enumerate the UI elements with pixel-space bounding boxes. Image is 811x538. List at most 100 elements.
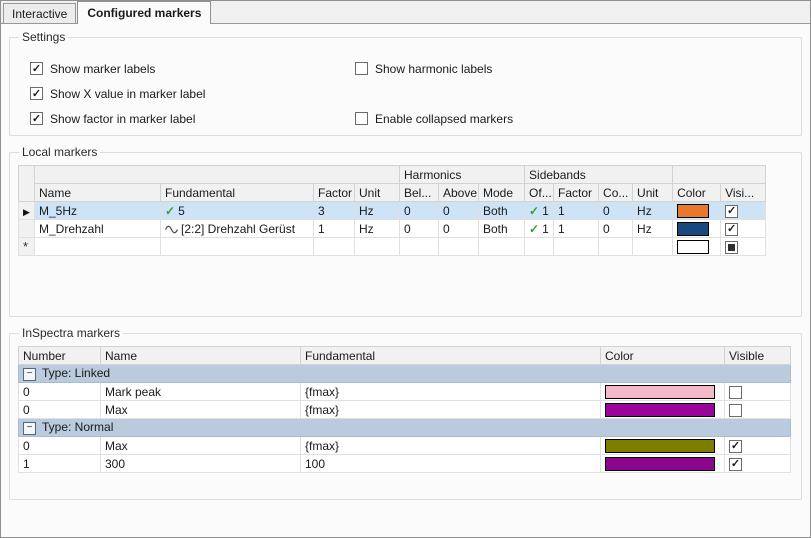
column-header-visible[interactable]: Visi...	[721, 184, 766, 202]
column-header-below[interactable]: Bel...	[400, 184, 439, 202]
cell-number[interactable]: 0	[19, 401, 101, 419]
table-row-max-normal[interactable]: 0 Max {fmax}	[19, 437, 791, 455]
cell-name[interactable]: 300	[101, 455, 301, 473]
column-header-offset[interactable]: Of...	[525, 184, 554, 202]
cell-unit[interactable]: Hz	[355, 220, 400, 238]
column-header-sb-unit[interactable]: Unit	[633, 184, 673, 202]
column-header-color[interactable]: Color	[601, 347, 725, 365]
column-header-unit[interactable]: Unit	[355, 184, 400, 202]
cell-visible[interactable]	[725, 455, 791, 473]
checkbox-box-icon[interactable]	[30, 62, 43, 75]
cell-visible[interactable]	[721, 202, 766, 220]
column-header-sb-factor[interactable]: Factor	[554, 184, 599, 202]
cell-fundamental[interactable]: {fmax}	[301, 437, 601, 455]
cell-mode[interactable]	[479, 238, 525, 256]
cell-name[interactable]: Max	[101, 401, 301, 419]
cell-factor[interactable]	[314, 238, 355, 256]
cell-number[interactable]: 0	[19, 437, 101, 455]
cell-visible[interactable]	[725, 383, 791, 401]
column-header-name[interactable]: Name	[35, 184, 161, 202]
table-row-m5hz[interactable]: ▶ M_5Hz ✓5 3 Hz 0 0 Both ✓1 1 0 Hz	[19, 202, 766, 220]
cell-fundamental[interactable]: {fmax}	[301, 401, 601, 419]
cell-below[interactable]: 0	[400, 220, 439, 238]
column-header-factor[interactable]: Factor	[314, 184, 355, 202]
column-header-color[interactable]: Color	[673, 184, 721, 202]
cell-sb-unit[interactable]: Hz	[633, 220, 673, 238]
table-row-300[interactable]: 1 300 100	[19, 455, 791, 473]
column-header-mode[interactable]: Mode	[479, 184, 525, 202]
visible-checkbox[interactable]	[729, 386, 742, 399]
column-header-number[interactable]: Number	[19, 347, 101, 365]
group-row-type-normal[interactable]: −Type: Normal	[19, 419, 791, 437]
cell-sb-factor[interactable]: 1	[554, 220, 599, 238]
cell-fundamental[interactable]: ✓5	[161, 202, 314, 220]
cell-color[interactable]	[673, 202, 721, 220]
color-swatch[interactable]	[605, 457, 715, 471]
visible-checkbox[interactable]	[725, 241, 738, 254]
color-swatch[interactable]	[605, 403, 715, 417]
table-row-mdrehzahl[interactable]: M_Drehzahl [2:2] Drehzahl Gerüst 1 Hz 0 …	[19, 220, 766, 238]
cell-below[interactable]	[400, 238, 439, 256]
color-swatch[interactable]	[677, 204, 709, 218]
cell-fundamental[interactable]	[161, 238, 314, 256]
checkbox-show-marker-labels[interactable]: Show marker labels	[30, 62, 355, 76]
cell-below[interactable]: 0	[400, 202, 439, 220]
tab-interactive[interactable]: Interactive	[3, 3, 76, 23]
visible-checkbox[interactable]	[725, 205, 738, 218]
cell-unit[interactable]	[355, 238, 400, 256]
cell-count[interactable]	[599, 238, 633, 256]
cell-sb-factor[interactable]	[554, 238, 599, 256]
cell-color[interactable]	[673, 220, 721, 238]
new-row-selector-cell[interactable]: *	[19, 238, 35, 256]
cell-sb-factor[interactable]: 1	[554, 202, 599, 220]
color-swatch[interactable]	[605, 385, 715, 399]
cell-visible[interactable]	[721, 238, 766, 256]
visible-checkbox[interactable]	[729, 458, 742, 471]
visible-checkbox[interactable]	[729, 440, 742, 453]
cell-visible[interactable]	[725, 401, 791, 419]
column-header-name[interactable]: Name	[101, 347, 301, 365]
cell-color[interactable]	[601, 401, 725, 419]
cell-name[interactable]: M_5Hz	[35, 202, 161, 220]
color-swatch[interactable]	[677, 222, 709, 236]
checkbox-enable-collapsed-markers[interactable]: Enable collapsed markers	[355, 112, 793, 126]
cell-mode[interactable]: Both	[479, 202, 525, 220]
cell-visible[interactable]	[721, 220, 766, 238]
row-selector-cell[interactable]: ▶	[19, 202, 35, 220]
cell-above[interactable]: 0	[439, 202, 479, 220]
cell-name[interactable]	[35, 238, 161, 256]
cell-fundamental[interactable]: [2:2] Drehzahl Gerüst	[161, 220, 314, 238]
row-selector-cell[interactable]	[19, 220, 35, 238]
cell-color[interactable]	[673, 238, 721, 256]
cell-sb-unit[interactable]: Hz	[633, 202, 673, 220]
color-swatch[interactable]	[677, 240, 709, 254]
checkbox-box-icon[interactable]	[30, 87, 43, 100]
cell-number[interactable]: 0	[19, 383, 101, 401]
cell-offset[interactable]: ✓1	[525, 220, 554, 238]
table-row-max-linked[interactable]: 0 Max {fmax}	[19, 401, 791, 419]
checkbox-show-harmonic-labels[interactable]: Show harmonic labels	[355, 62, 793, 76]
cell-factor[interactable]: 3	[314, 202, 355, 220]
cell-unit[interactable]: Hz	[355, 202, 400, 220]
cell-color[interactable]	[601, 437, 725, 455]
cell-count[interactable]: 0	[599, 220, 633, 238]
cell-offset[interactable]: ✓1	[525, 202, 554, 220]
visible-checkbox[interactable]	[725, 223, 738, 236]
table-row-new[interactable]: *	[19, 238, 766, 256]
checkbox-show-factor[interactable]: Show factor in marker label	[30, 112, 355, 126]
cell-name[interactable]: Mark peak	[101, 383, 301, 401]
column-header-count[interactable]: Co...	[599, 184, 633, 202]
cell-fundamental[interactable]: {fmax}	[301, 383, 601, 401]
cell-above[interactable]: 0	[439, 220, 479, 238]
cell-name[interactable]: M_Drehzahl	[35, 220, 161, 238]
column-header-above[interactable]: Above	[439, 184, 479, 202]
collapse-icon[interactable]: −	[23, 422, 36, 435]
cell-number[interactable]: 1	[19, 455, 101, 473]
collapse-icon[interactable]: −	[23, 368, 36, 381]
cell-name[interactable]: Max	[101, 437, 301, 455]
column-header-fundamental[interactable]: Fundamental	[161, 184, 314, 202]
color-swatch[interactable]	[605, 439, 715, 453]
column-header-visible[interactable]: Visible	[725, 347, 791, 365]
column-header-fundamental[interactable]: Fundamental	[301, 347, 601, 365]
checkbox-box-icon[interactable]	[355, 62, 368, 75]
